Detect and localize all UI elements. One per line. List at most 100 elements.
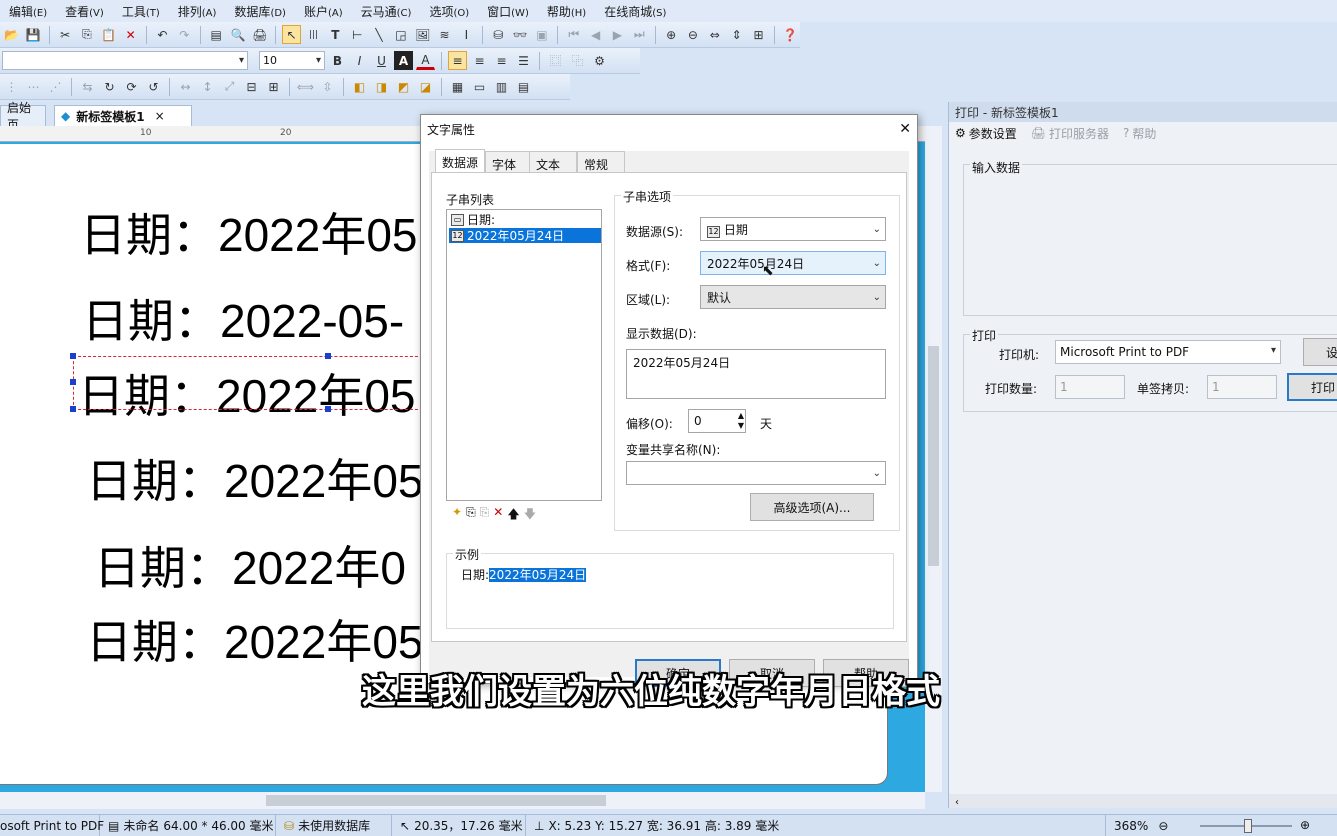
- tab-general[interactable]: 常规: [577, 151, 625, 173]
- send-back-icon[interactable]: ◨: [372, 77, 391, 96]
- tab-font[interactable]: 字体: [485, 151, 531, 173]
- close-icon[interactable]: ✕: [899, 121, 911, 137]
- format-select[interactable]: 2022年05月24日 ⌄: [700, 251, 886, 275]
- param-settings-button[interactable]: ⚙ 参数设置: [955, 125, 1017, 142]
- list-item-selected[interactable]: 12 2022年05月24日: [449, 228, 601, 243]
- same-height-icon[interactable]: ↕: [198, 77, 217, 96]
- binoculars-icon[interactable]: 👓: [511, 25, 530, 44]
- align-right-icon[interactable]: ≡: [492, 51, 511, 70]
- ungroup-icon[interactable]: ⿻: [568, 51, 587, 70]
- zoom-in-icon[interactable]: ⊕: [662, 25, 681, 44]
- zoom-out-icon[interactable]: ⊖: [684, 25, 703, 44]
- list-item[interactable]: ▭ 日期:: [449, 212, 495, 227]
- advanced-options-button[interactable]: 高级选项(A)...: [750, 493, 874, 521]
- text-background-icon[interactable]: A: [394, 51, 413, 70]
- delete-icon[interactable]: ✕: [121, 25, 140, 44]
- save-icon[interactable]: 💾: [24, 25, 43, 44]
- bold-icon[interactable]: B: [328, 51, 347, 70]
- line-tool-icon[interactable]: ⊢: [348, 25, 367, 44]
- flip-icon[interactable]: ⇆: [78, 77, 97, 96]
- tab-start-page[interactable]: 启始页: [0, 101, 46, 132]
- center-vertical-icon[interactable]: ⊞: [264, 77, 283, 96]
- display-data-textarea[interactable]: 2022年05月24日: [626, 349, 886, 399]
- paste-icon[interactable]: 📋: [99, 25, 118, 44]
- send-backward-icon[interactable]: ◪: [416, 77, 435, 96]
- print-preview-icon[interactable]: 🔍: [229, 25, 248, 44]
- diagonal-line-icon[interactable]: ╲: [370, 25, 389, 44]
- shape-tool-icon[interactable]: ◲: [391, 25, 410, 44]
- datasource-select[interactable]: 12 日期 ⌄: [700, 217, 886, 241]
- resize-handle[interactable]: [70, 406, 76, 412]
- space-h-icon[interactable]: ⟺: [296, 77, 315, 96]
- prev-record-icon[interactable]: ◀: [586, 25, 605, 44]
- center-horizontal-icon[interactable]: ⊟: [242, 77, 261, 96]
- bring-forward-icon[interactable]: ◩: [394, 77, 413, 96]
- open-icon[interactable]: 📂: [2, 25, 21, 44]
- resize-handle[interactable]: [325, 406, 331, 412]
- italic-icon[interactable]: I: [350, 51, 369, 70]
- date-text-object[interactable]: 日期：2022年05: [86, 445, 424, 511]
- same-size-icon[interactable]: ⤢: [220, 77, 239, 96]
- zoom-slider-thumb[interactable]: [1244, 819, 1252, 833]
- substring-list[interactable]: ▭ 日期: 12 2022年05月24日: [446, 209, 602, 501]
- font-family-combo[interactable]: ▾: [2, 51, 248, 70]
- scroll-thumb[interactable]: [266, 795, 606, 806]
- delete-icon[interactable]: ✕: [493, 505, 503, 526]
- fit-page-icon[interactable]: ⊞: [749, 25, 768, 44]
- font-size-combo[interactable]: 10 ▾: [259, 51, 325, 70]
- zoom-in-icon[interactable]: ⊕: [1300, 818, 1310, 832]
- group-icon[interactable]: ⿴: [546, 51, 565, 70]
- resize-handle[interactable]: [325, 353, 331, 359]
- horizontal-scrollbar[interactable]: [0, 792, 925, 809]
- text-tool-icon[interactable]: T: [326, 25, 345, 44]
- align-grid-icon[interactable]: ⋮: [2, 77, 21, 96]
- table-icon[interactable]: ▦: [448, 77, 467, 96]
- underline-icon[interactable]: U: [372, 51, 391, 70]
- zoom-out-icon[interactable]: ⊖: [1158, 819, 1168, 833]
- menu-item[interactable]: 数据库(D): [225, 3, 295, 20]
- offset-spinner[interactable]: 0 ▲ ▼: [688, 409, 746, 433]
- print-icon[interactable]: 🖨: [250, 25, 269, 44]
- same-width-icon[interactable]: ↔: [176, 77, 195, 96]
- cut-icon[interactable]: ✂: [56, 25, 75, 44]
- align-center-icon[interactable]: ≡: [470, 51, 489, 70]
- add-icon[interactable]: ✦: [452, 505, 462, 526]
- spinner-arrows-icon[interactable]: ▲ ▼: [738, 411, 744, 431]
- distribute-icon[interactable]: ⋯: [24, 77, 43, 96]
- menu-item[interactable]: 在线商城(S): [595, 3, 675, 20]
- date-text-object[interactable]: 日期：2022年05: [86, 606, 424, 672]
- tab-datasource[interactable]: 数据源: [435, 149, 486, 173]
- fit-height-icon[interactable]: ⇕: [727, 25, 746, 44]
- move-down-icon[interactable]: 🡇: [524, 505, 536, 526]
- record-icon[interactable]: ▣: [532, 25, 551, 44]
- menu-item[interactable]: 账户(A): [295, 3, 352, 20]
- menu-item[interactable]: 选项(O): [420, 3, 478, 20]
- quantity-field[interactable]: 1: [1055, 375, 1125, 399]
- rotate-270-icon[interactable]: ↺: [144, 77, 163, 96]
- tab-text[interactable]: 文本: [529, 151, 577, 173]
- menu-item[interactable]: 云马通(C): [352, 3, 421, 20]
- first-record-icon[interactable]: ⏮: [564, 25, 583, 44]
- date-text-object[interactable]: 日期：2022年0: [94, 532, 406, 598]
- region-select[interactable]: 默认 ⌄: [700, 285, 886, 309]
- image-tool-icon[interactable]: 🖼: [413, 25, 432, 44]
- fit-width-icon[interactable]: ⇔: [705, 25, 724, 44]
- menu-item[interactable]: 排列(A): [169, 3, 226, 20]
- tab-new-template[interactable]: ◆ 新标签模板1 ×: [54, 105, 192, 126]
- resize-handle[interactable]: [70, 379, 76, 385]
- select-pointer-icon[interactable]: ↖: [282, 25, 302, 44]
- next-record-icon[interactable]: ▶: [608, 25, 627, 44]
- arrange-icon[interactable]: ⋰: [46, 77, 65, 96]
- rotate-180-icon[interactable]: ⟳: [122, 77, 141, 96]
- bring-front-icon[interactable]: ◧: [350, 77, 369, 96]
- menu-item[interactable]: 窗口(W): [478, 3, 538, 20]
- move-up-icon[interactable]: 🡅: [507, 505, 519, 526]
- help-icon[interactable]: ❓: [781, 25, 800, 44]
- panel-scrollbar[interactable]: ‹: [949, 794, 1337, 808]
- frame-icon[interactable]: ▭: [470, 77, 489, 96]
- properties-icon[interactable]: ⚙: [590, 51, 609, 70]
- printer-select[interactable]: Microsoft Print to PDF ▾: [1055, 340, 1281, 364]
- resize-handle[interactable]: [70, 353, 76, 359]
- menu-item[interactable]: 帮助(H): [538, 3, 595, 20]
- font-color-icon[interactable]: A: [416, 51, 435, 70]
